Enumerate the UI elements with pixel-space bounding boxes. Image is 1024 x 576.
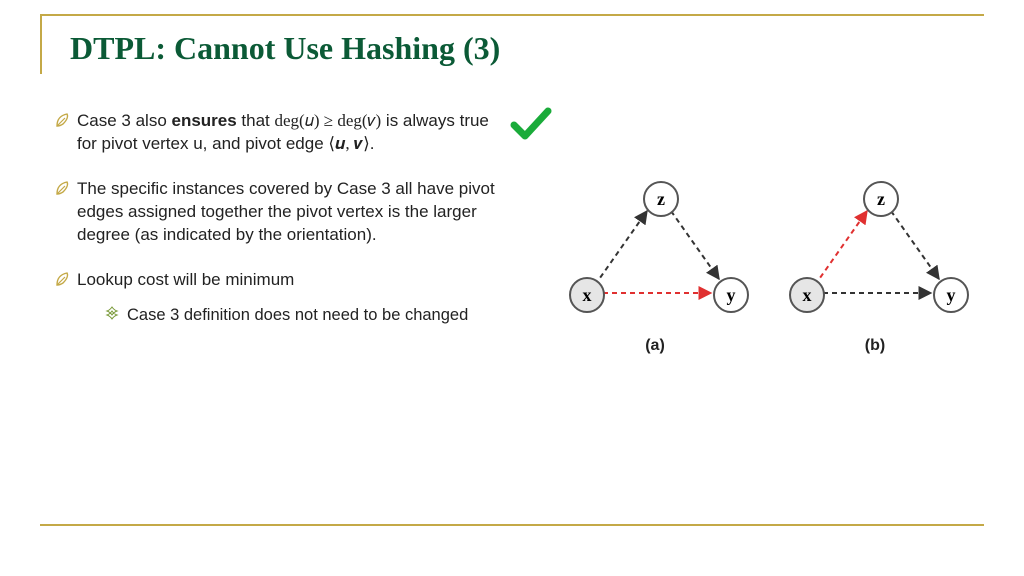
node-z: z [643, 181, 679, 217]
edge-z-y [671, 211, 719, 279]
bullet-1-text: Case 3 also ensures that deg(𝑢) ≥ deg(𝑣)… [77, 110, 495, 156]
b1-mid: that [237, 111, 275, 130]
diagram-area: z x y (a) z x y (b) [555, 175, 995, 375]
bullet-3: Lookup cost will be minimum [55, 269, 495, 292]
checkmark-icon [510, 105, 552, 150]
diagram-b: z x y (b) [775, 175, 975, 355]
b1-pre: Case 3 also [77, 111, 172, 130]
node-x: x [569, 277, 605, 313]
cross-leaf-icon [105, 304, 127, 325]
b1-math2: ⟨𝒖, 𝒗⟩ [328, 134, 369, 153]
b1-bold: ensures [172, 111, 237, 130]
caption-a: (a) [555, 337, 755, 355]
edge-x-z [595, 211, 647, 285]
leaf-bullet-icon [55, 110, 77, 128]
node-x: x [789, 277, 825, 313]
bullet-2-text: The specific instances covered by Case 3… [77, 178, 495, 247]
bullet-1: Case 3 also ensures that deg(𝑢) ≥ deg(𝑣)… [55, 110, 495, 156]
frame-top [40, 14, 984, 16]
bullet-2: The specific instances covered by Case 3… [55, 178, 495, 247]
b1-post2: . [370, 134, 375, 153]
diagram-a: z x y (a) [555, 175, 755, 355]
content-area: Case 3 also ensures that deg(𝑢) ≥ deg(𝑣)… [55, 110, 495, 326]
bullet-3-text: Lookup cost will be minimum [77, 269, 495, 292]
caption-b: (b) [775, 337, 975, 355]
frame-left [40, 14, 42, 74]
slide-title: DTPL: Cannot Use Hashing (3) [70, 30, 500, 67]
node-y: y [933, 277, 969, 313]
b1-math: deg(𝑢) ≥ deg(𝑣) [275, 111, 382, 130]
sub-bullet-1: Case 3 definition does not need to be ch… [105, 304, 495, 326]
frame-bottom [40, 524, 984, 526]
edge-x-z-pivot [815, 211, 867, 285]
edge-z-y [891, 211, 939, 279]
leaf-bullet-icon [55, 178, 77, 196]
leaf-bullet-icon [55, 269, 77, 287]
node-z: z [863, 181, 899, 217]
sub-bullet-1-text: Case 3 definition does not need to be ch… [127, 304, 495, 326]
node-y: y [713, 277, 749, 313]
